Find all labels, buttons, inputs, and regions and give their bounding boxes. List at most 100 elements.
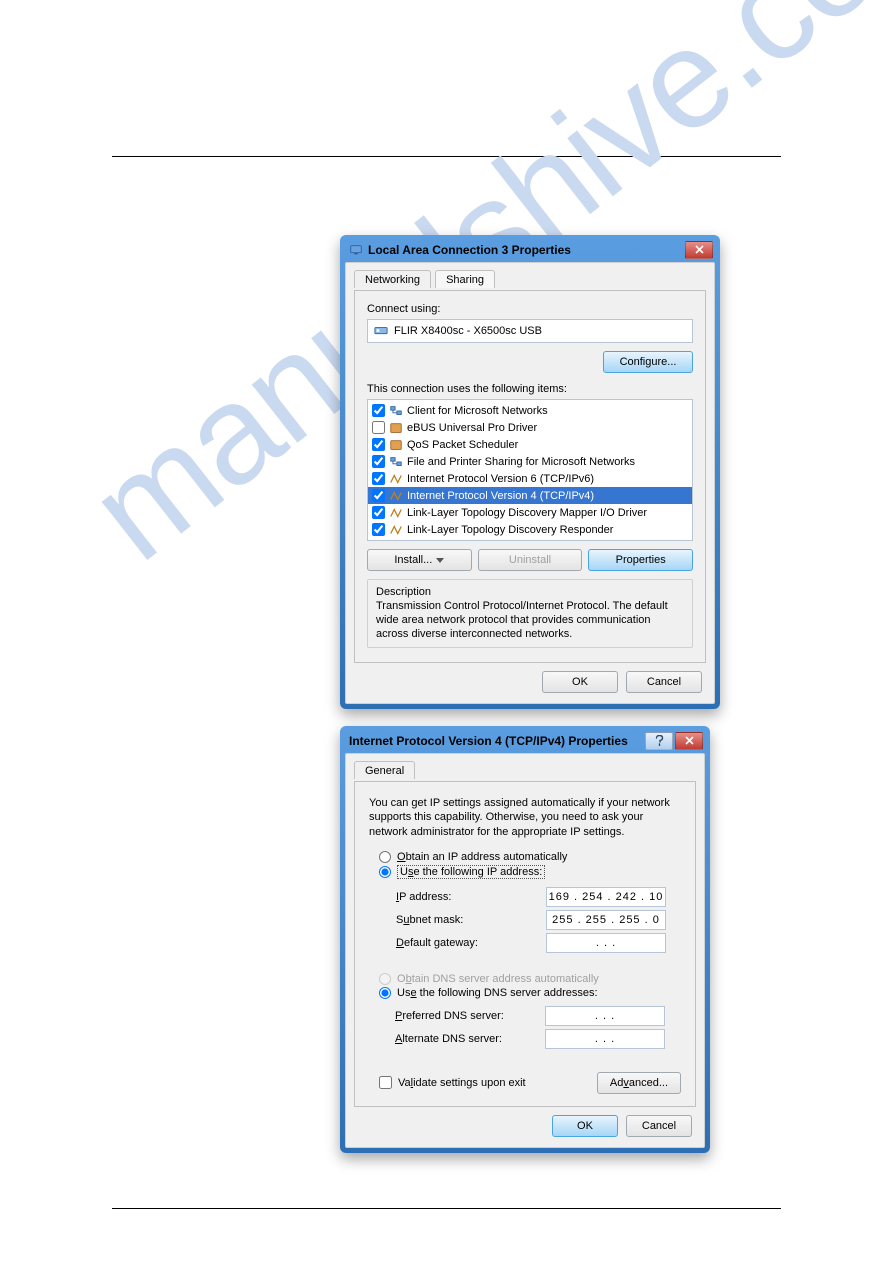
items-label: This connection uses the following items… xyxy=(367,383,693,395)
properties-button[interactable]: Properties xyxy=(588,549,693,571)
radio-label: Use the following IP address: xyxy=(397,865,545,879)
help-button[interactable] xyxy=(645,732,673,750)
radio-input[interactable] xyxy=(379,866,391,878)
radio-obtain-dns-auto: Obtain DNS server address automatically xyxy=(379,973,681,985)
close-button[interactable] xyxy=(685,241,713,259)
component-icon xyxy=(389,472,403,486)
cancel-button[interactable]: Cancel xyxy=(626,671,702,693)
dropdown-icon xyxy=(436,558,444,563)
item-label: Link-Layer Topology Discovery Responder xyxy=(407,524,613,536)
radio-obtain-ip-auto[interactable]: Obtain an IP address automatically xyxy=(379,851,681,863)
ok-button[interactable]: OK xyxy=(542,671,618,693)
list-item[interactable]: Internet Protocol Version 4 (TCP/IPv4) xyxy=(368,487,692,504)
list-item[interactable]: Link-Layer Topology Discovery Responder xyxy=(368,521,692,538)
validate-label: Validate settings upon exit xyxy=(398,1077,526,1089)
ip-address-input[interactable]: 169 . 254 . 242 . 10 xyxy=(546,887,666,907)
component-icon xyxy=(389,438,403,452)
advanced-button[interactable]: Advanced... xyxy=(597,1072,681,1094)
description-title: Description xyxy=(376,586,684,598)
item-checkbox[interactable] xyxy=(372,421,385,434)
item-checkbox[interactable] xyxy=(372,472,385,485)
close-icon xyxy=(695,245,704,254)
tab-content: You can get IP settings assigned automat… xyxy=(354,782,696,1107)
item-checkbox[interactable] xyxy=(372,455,385,468)
alternate-dns-label: Alternate DNS server: xyxy=(395,1033,545,1045)
install-button[interactable]: Install... xyxy=(367,549,472,571)
intro-text: You can get IP settings assigned automat… xyxy=(369,796,681,839)
lan-properties-dialog: Local Area Connection 3 Properties Netwo… xyxy=(340,235,720,709)
page-top-rule xyxy=(112,156,781,157)
item-checkbox[interactable] xyxy=(372,404,385,417)
tab-general[interactable]: General xyxy=(354,761,415,779)
description-text: Transmission Control Protocol/Internet P… xyxy=(376,600,684,641)
tab-strip: General xyxy=(354,760,696,782)
item-label: Internet Protocol Version 6 (TCP/IPv6) xyxy=(407,473,594,485)
component-icon xyxy=(389,455,403,469)
dialog-footer: OK Cancel xyxy=(354,1107,696,1137)
adapter-icon xyxy=(374,324,388,338)
default-gateway-input[interactable]: . . . xyxy=(546,933,666,953)
item-checkbox[interactable] xyxy=(372,506,385,519)
list-item[interactable]: File and Printer Sharing for Microsoft N… xyxy=(368,453,692,470)
components-listbox[interactable]: Client for Microsoft Networks eBUS Univer… xyxy=(367,399,693,541)
dialog-body: General You can get IP settings assigned… xyxy=(345,753,705,1148)
component-icon xyxy=(389,421,403,435)
uninstall-button: Uninstall xyxy=(478,549,583,571)
adapter-name: FLIR X8400sc - X6500sc USB xyxy=(394,325,542,337)
radio-input xyxy=(379,973,391,985)
component-icon xyxy=(389,506,403,520)
ipv4-properties-dialog: Internet Protocol Version 4 (TCP/IPv4) P… xyxy=(340,726,710,1153)
dialog-body: Networking Sharing Connect using: FLIR X… xyxy=(345,262,715,704)
subnet-mask-label: Subnet mask: xyxy=(396,914,546,926)
list-item[interactable]: Client for Microsoft Networks xyxy=(368,402,692,419)
tab-sharing[interactable]: Sharing xyxy=(435,270,495,288)
ok-button[interactable]: OK xyxy=(552,1115,618,1137)
adapter-field: FLIR X8400sc - X6500sc USB xyxy=(367,319,693,343)
configure-button[interactable]: Configure... xyxy=(603,351,693,373)
item-checkbox[interactable] xyxy=(372,489,385,502)
list-item[interactable]: Internet Protocol Version 6 (TCP/IPv6) xyxy=(368,470,692,487)
item-label: Internet Protocol Version 4 (TCP/IPv4) xyxy=(407,490,594,502)
titlebar: Local Area Connection 3 Properties xyxy=(345,240,715,262)
tab-strip: Networking Sharing xyxy=(354,269,706,291)
item-label: QoS Packet Scheduler xyxy=(407,439,518,451)
install-button-label: Install... xyxy=(394,554,432,566)
preferred-dns-input[interactable]: . . . xyxy=(545,1006,665,1026)
item-label: File and Printer Sharing for Microsoft N… xyxy=(407,456,635,468)
radio-label: Obtain DNS server address automatically xyxy=(397,973,599,985)
component-icon xyxy=(389,523,403,537)
dialog-title: Local Area Connection 3 Properties xyxy=(368,243,685,257)
radio-label: Use the following DNS server addresses: xyxy=(397,987,598,999)
list-item[interactable]: eBUS Universal Pro Driver xyxy=(368,419,692,436)
default-gateway-label: Default gateway: xyxy=(396,937,546,949)
radio-label: Obtain an IP address automatically xyxy=(397,851,567,863)
cancel-button[interactable]: Cancel xyxy=(626,1115,692,1137)
radio-input[interactable] xyxy=(379,851,391,863)
alternate-dns-input[interactable]: . . . xyxy=(545,1029,665,1049)
help-icon xyxy=(655,735,664,746)
item-checkbox[interactable] xyxy=(372,438,385,451)
subnet-mask-input[interactable]: 255 . 255 . 255 . 0 xyxy=(546,910,666,930)
preferred-dns-label: Preferred DNS server: xyxy=(395,1010,545,1022)
component-icon xyxy=(389,489,403,503)
ip-address-label: IP address: xyxy=(396,891,546,903)
network-adapter-icon xyxy=(349,243,363,257)
validate-checkbox[interactable] xyxy=(379,1076,392,1089)
list-item[interactable]: QoS Packet Scheduler xyxy=(368,436,692,453)
component-icon xyxy=(389,404,403,418)
description-group: Description Transmission Control Protoco… xyxy=(367,579,693,648)
radio-use-ip[interactable]: Use the following IP address: xyxy=(379,865,681,879)
item-label: Link-Layer Topology Discovery Mapper I/O… xyxy=(407,507,647,519)
tab-networking[interactable]: Networking xyxy=(354,270,431,288)
radio-input[interactable] xyxy=(379,987,391,999)
dialog-title: Internet Protocol Version 4 (TCP/IPv4) P… xyxy=(349,734,645,748)
item-label: Client for Microsoft Networks xyxy=(407,405,548,417)
list-item[interactable]: Link-Layer Topology Discovery Mapper I/O… xyxy=(368,504,692,521)
connect-using-label: Connect using: xyxy=(367,303,693,315)
dialog-footer: OK Cancel xyxy=(354,663,706,693)
page-bottom-rule xyxy=(112,1208,781,1209)
tab-content: Connect using: FLIR X8400sc - X6500sc US… xyxy=(354,291,706,663)
item-checkbox[interactable] xyxy=(372,523,385,536)
close-button[interactable] xyxy=(675,732,703,750)
radio-use-dns[interactable]: Use the following DNS server addresses: xyxy=(379,987,681,999)
